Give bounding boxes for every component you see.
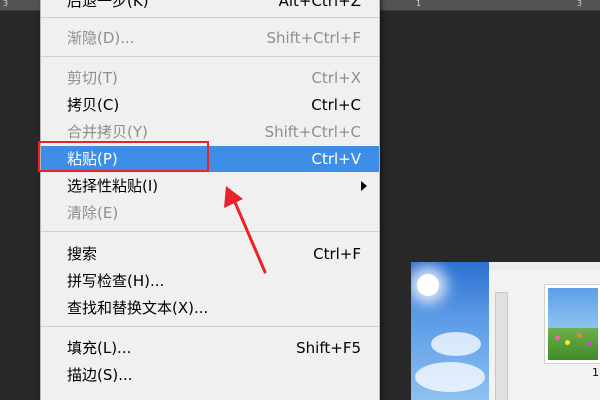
cloud	[415, 362, 485, 392]
menu-item-spell-check[interactable]: 拼写检查(H)...	[41, 268, 379, 294]
cloud	[431, 332, 481, 356]
menu-separator	[41, 56, 379, 57]
menu-item-shortcut: Ctrl+V	[311, 150, 361, 168]
menu-item-fill[interactable]: 填充(L)... Shift+F5	[41, 335, 379, 361]
flower	[565, 340, 570, 345]
menu-separator	[41, 231, 379, 232]
menu-item-label: 剪切(T)	[67, 69, 118, 87]
thumbnail-image	[548, 288, 598, 360]
menu-item-label: 渐隐(D)...	[67, 29, 135, 47]
annotation-highlight-box	[38, 141, 209, 172]
menu-item-label: 描边(S)...	[67, 366, 133, 384]
menu-item-shortcut: Ctrl+F	[313, 245, 361, 263]
menu-item-paste-special[interactable]: 选择性粘贴(I)	[41, 173, 379, 199]
flower	[555, 335, 560, 340]
menu-separator	[41, 17, 379, 18]
menu-item-shortcut: Ctrl+X	[311, 69, 361, 87]
menu-item-cut[interactable]: 剪切(T) Ctrl+X	[41, 65, 379, 91]
menu-item-clear[interactable]: 清除(E)	[41, 200, 379, 226]
menu-item-shortcut: Alt+Ctrl+Z	[278, 0, 361, 10]
menu-item-label: 拼写检查(H)...	[67, 272, 165, 290]
menu-item-fade[interactable]: 渐隐(D)... Shift+Ctrl+F	[41, 25, 379, 51]
layer-thumbnail[interactable]	[544, 284, 600, 364]
menu-item-stroke[interactable]: 描边(S)...	[41, 362, 379, 388]
menu-item-search[interactable]: 搜索 Ctrl+F	[41, 241, 379, 267]
menu-item-shortcut: Shift+F5	[296, 339, 361, 357]
submenu-arrow-icon	[361, 181, 367, 191]
menu-item-label: 选择性粘贴(I)	[67, 177, 159, 195]
flower	[587, 341, 592, 346]
ruler-number: 3	[3, 0, 9, 8]
menu-item-label: 搜索	[67, 245, 98, 263]
panel-scrollbar[interactable]	[495, 292, 508, 400]
menu-item-label: 拷贝(C)	[67, 96, 120, 114]
ruler-number: 3	[577, 0, 583, 8]
menu-item-label: 查找和替换文本(X)...	[67, 299, 209, 317]
sun-glare	[417, 274, 439, 296]
menu-item-label: 后退一步(K)	[67, 0, 149, 10]
menu-separator	[41, 326, 379, 327]
flower	[577, 333, 582, 338]
ruler-number: 1	[416, 0, 422, 8]
menu-item-find-replace[interactable]: 查找和替换文本(X)...	[41, 295, 379, 321]
menu-item-step-backward[interactable]: 后退一步(K) Alt+Ctrl+Z	[41, 0, 379, 14]
thumbnail-caption: 1	[592, 366, 599, 379]
menu-item-shortcut: Ctrl+C	[311, 96, 361, 114]
document-preview: 1	[411, 262, 600, 400]
menu-item-label: 填充(L)...	[67, 339, 132, 357]
menu-item-copy[interactable]: 拷贝(C) Ctrl+C	[41, 92, 379, 118]
edit-menu: 后退一步(K) Alt+Ctrl+Z 渐隐(D)... Shift+Ctrl+F…	[40, 0, 380, 400]
menu-item-shortcut: Shift+Ctrl+C	[264, 123, 361, 141]
menu-item-label: 清除(E)	[67, 204, 119, 222]
menu-item-shortcut: Shift+Ctrl+F	[266, 29, 361, 47]
